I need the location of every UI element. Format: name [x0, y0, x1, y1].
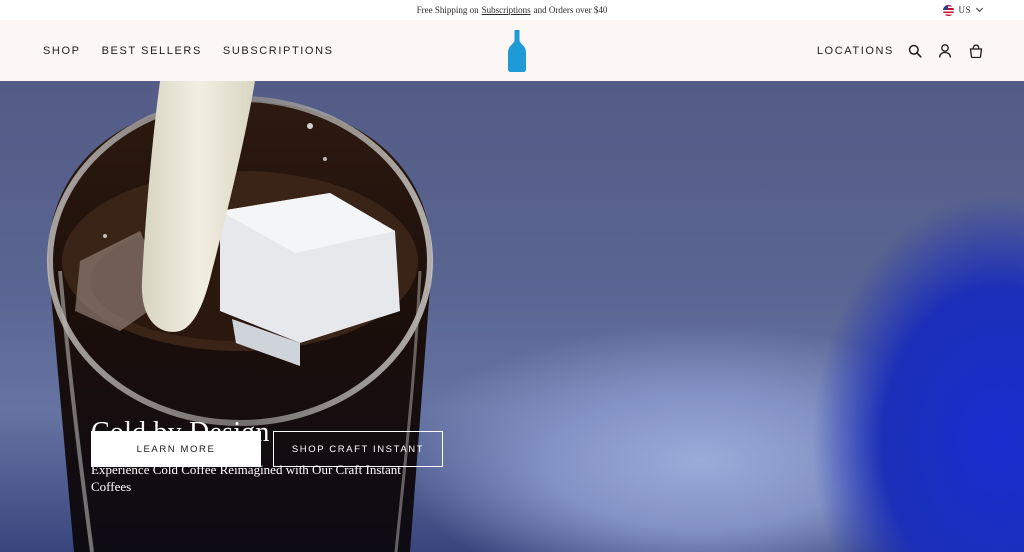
- blue-bottle-logo[interactable]: [506, 28, 528, 74]
- site-header: SHOP BEST SELLERS SUBSCRIPTIONS LOCATION…: [0, 20, 1024, 81]
- locale-selector[interactable]: US: [943, 0, 984, 20]
- promo-text-before: Free Shipping on: [416, 5, 479, 15]
- promo-bar: Free Shipping on Subscriptions and Order…: [0, 0, 1024, 20]
- nav-best-sellers[interactable]: BEST SELLERS: [102, 45, 202, 57]
- account-icon[interactable]: [936, 43, 954, 58]
- utility-nav: LOCATIONS: [817, 20, 984, 81]
- search-icon[interactable]: [908, 44, 922, 58]
- hero-banner: Cold by Design Experience Cold Coffee Re…: [0, 81, 1024, 552]
- nav-subscriptions[interactable]: SUBSCRIPTIONS: [223, 45, 334, 57]
- shop-craft-instant-button[interactable]: SHOP CRAFT INSTANT: [273, 431, 443, 467]
- nav-shop[interactable]: SHOP: [43, 45, 81, 57]
- chevron-down-icon: [975, 4, 984, 13]
- learn-more-button[interactable]: LEARN MORE: [91, 431, 261, 467]
- us-flag-icon: [943, 4, 955, 16]
- promo-text-after: and Orders over $40: [533, 5, 608, 15]
- nav-locations[interactable]: LOCATIONS: [817, 45, 894, 57]
- subscriptions-link[interactable]: Subscriptions: [482, 5, 531, 15]
- bag-icon[interactable]: [968, 43, 984, 58]
- hero-cta-row: LEARN MORE SHOP CRAFT INSTANT: [91, 431, 443, 467]
- locale-label: US: [958, 5, 971, 15]
- main-nav: SHOP BEST SELLERS SUBSCRIPTIONS: [43, 20, 334, 81]
